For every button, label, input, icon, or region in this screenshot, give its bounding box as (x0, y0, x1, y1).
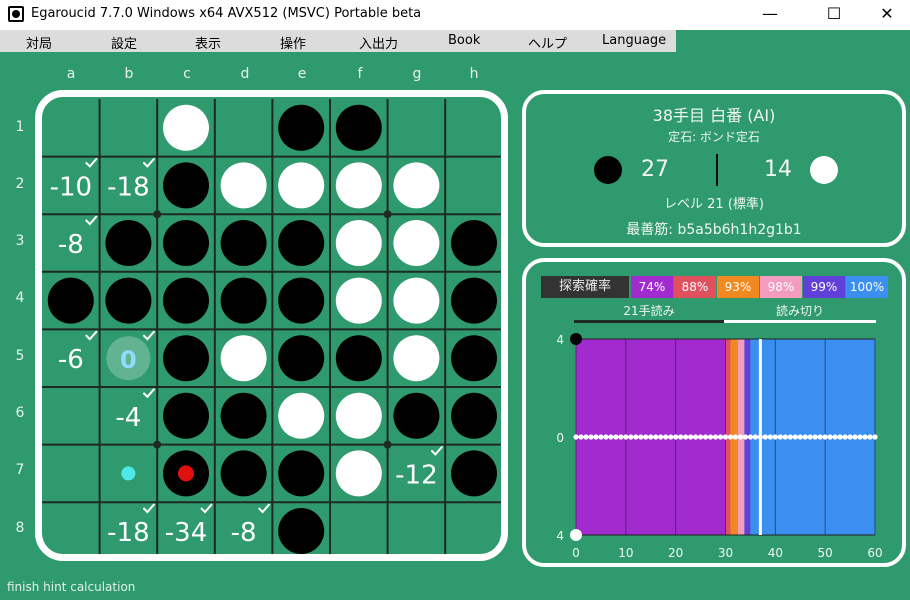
status-text: finish hint calculation (7, 580, 136, 594)
endgame-tab-label: 読み切り (775, 304, 824, 318)
move-player-text: 38手目 白番 (AI) (652, 106, 776, 125)
search-probability-label: 探索確率 (541, 276, 629, 298)
ai-level: レベル 21 (標準) (664, 197, 764, 212)
depth-tab-underline (574, 320, 724, 323)
count-divider (716, 154, 718, 186)
legend-99: 99% (803, 276, 845, 298)
opening-name: 定石: ボンド定石 (668, 130, 760, 144)
white-disc-icon (810, 156, 838, 184)
legend-93: 93% (717, 276, 759, 298)
black-disc-icon (594, 156, 622, 184)
endgame-tab-underline (724, 320, 876, 323)
legend-88: 88% (674, 276, 716, 298)
legend-100: 100% (846, 276, 888, 298)
depth-tab-label: 21手読み (623, 304, 675, 318)
legend-74: 74% (631, 276, 673, 298)
info-panel: 38手目 白番 (AI) 定石: ボンド定石 27 14 レベル 21 (標準)… (522, 90, 906, 247)
best-line: 最善筋: b5a5b6h1h2g1b1 (626, 222, 802, 238)
board-frame (35, 90, 508, 561)
legend-98: 98% (760, 276, 802, 298)
white-count: 14 (764, 157, 792, 182)
black-count: 27 (641, 157, 669, 182)
